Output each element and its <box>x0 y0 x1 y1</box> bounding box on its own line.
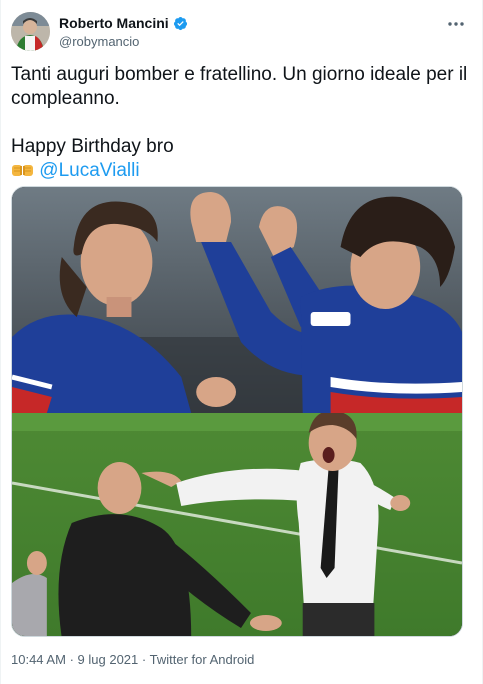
tweet-media[interactable] <box>11 186 463 637</box>
mention-link[interactable]: @LucaVialli <box>39 160 139 181</box>
author-names: Roberto Mancini @robymancio <box>59 15 188 49</box>
avatar-photo <box>11 12 50 51</box>
tweet-line-1: Tanti auguri bomber e fratellino. Un gio… <box>11 64 468 109</box>
tweet-card: Roberto Mancini @robymancio Tanti auguri… <box>0 0 483 684</box>
left-facing-fist-icon <box>11 161 34 177</box>
display-name[interactable]: Roberto Mancini <box>59 15 169 31</box>
tweet-line-2: Happy Birthday bro <box>11 136 174 157</box>
author-handle[interactable]: @robymancio <box>59 34 188 49</box>
tweet-text: Tanti auguri bomber e fratellino. Un gio… <box>11 63 473 183</box>
photo-celebration-1990[interactable] <box>12 187 462 413</box>
tweet-header: Roberto Mancini @robymancio <box>11 12 472 52</box>
tweet-client[interactable]: Twitter for Android <box>150 652 255 667</box>
avatar[interactable] <box>11 12 50 51</box>
tweet-line-3: @LucaVialli <box>11 159 473 183</box>
more-horizontal-icon[interactable] <box>444 14 468 34</box>
verified-badge-icon <box>173 16 188 31</box>
tweet-date[interactable]: 9 lug 2021 <box>78 652 139 667</box>
tweet-meta: 10:44 AM · 9 lug 2021 · Twitter for Andr… <box>11 652 254 667</box>
name-row: Roberto Mancini <box>59 15 188 31</box>
photo-celebration-2021[interactable] <box>12 413 462 637</box>
tweet-time[interactable]: 10:44 AM <box>11 652 66 667</box>
